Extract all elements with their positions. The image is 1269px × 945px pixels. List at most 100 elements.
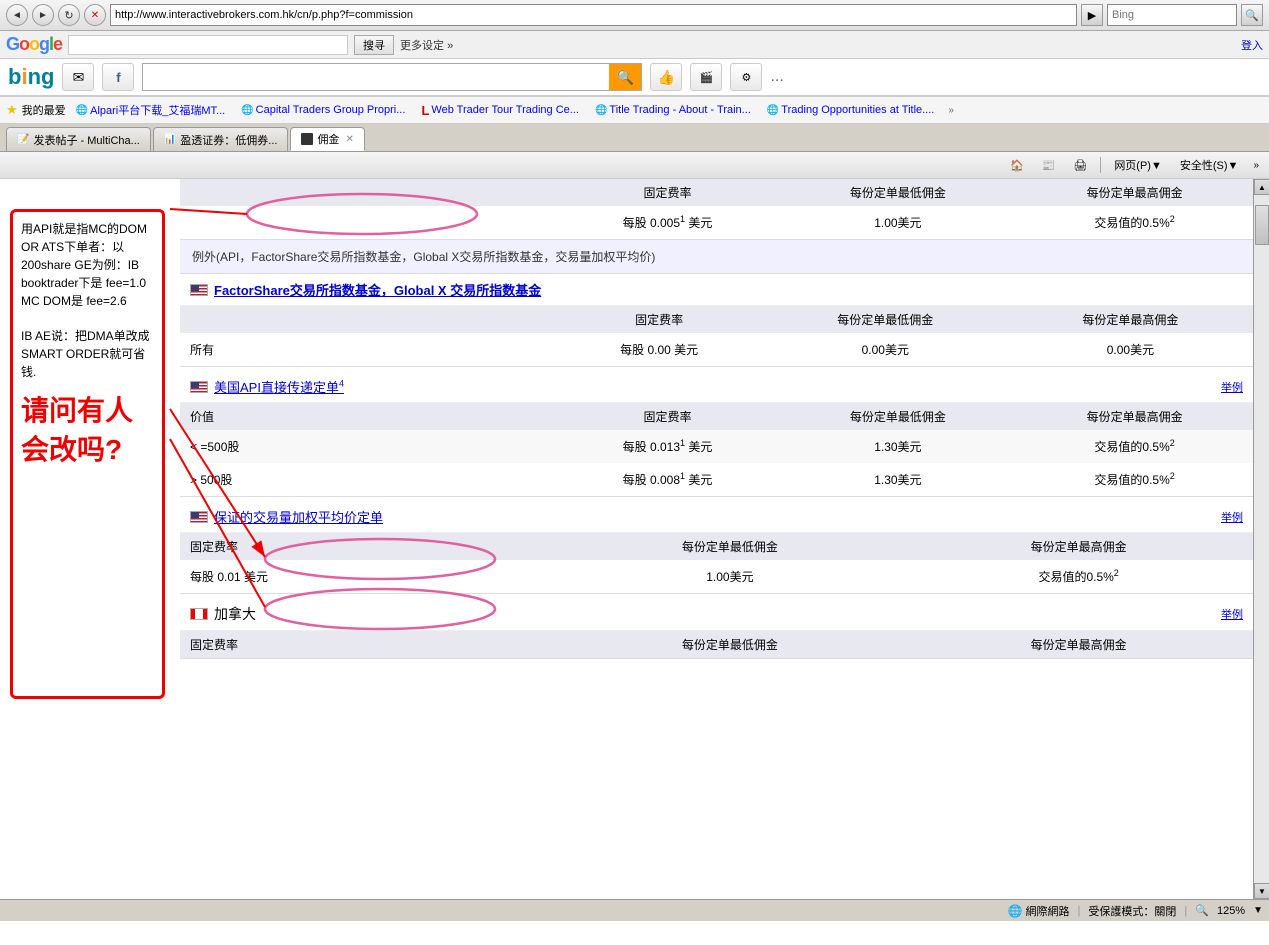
canada-col1: 固定费率: [180, 631, 556, 658]
top-header-row: 固定费率 每份定单最低佣金 每份定单最高佣金: [180, 179, 1253, 206]
bing-mail-button[interactable]: ✉: [62, 63, 94, 91]
fav-item-5[interactable]: 🌐 Trading Opportunities at Title....: [761, 101, 941, 119]
browser-window: ◄ ► ↻ ✕ ▶ 🔍 Google 搜寻 更多设定 » 登入 bing ✉ f…: [0, 0, 1269, 921]
go-button[interactable]: ▶: [1081, 4, 1103, 26]
api-row1-rate: 每股 0.0131 美元: [556, 430, 780, 463]
tab-close-button[interactable]: ✕: [345, 134, 353, 145]
search-go-button[interactable]: 🔍: [1241, 4, 1263, 26]
api-row2-max: 交易值的0.5%2: [1016, 463, 1253, 496]
fav-icon-4: 🌐: [595, 105, 607, 116]
google-more-settings[interactable]: 更多设定 »: [400, 37, 453, 53]
scroll-down-button[interactable]: ▼: [1254, 883, 1269, 899]
tab-ib-commission[interactable]: 📊 盈透证券：低佣券...: [153, 127, 289, 151]
annotation-text-3: 请问有人会改吗?: [21, 391, 154, 469]
refresh-button[interactable]: ↻: [58, 4, 80, 26]
canada-sample-link[interactable]: 举例: [1221, 606, 1243, 622]
bing-thumbsup-button[interactable]: 👍: [650, 63, 682, 91]
api-col1: 价值: [180, 403, 556, 430]
bing-search-input[interactable]: [143, 64, 609, 90]
zoom-dropdown-icon[interactable]: ▼: [1253, 905, 1263, 916]
api-row1-super: 1: [680, 438, 685, 448]
api-title-link[interactable]: 美国API直接传递定单4: [214, 377, 344, 396]
vwap-min-header: 每份定单最低佣金: [556, 533, 905, 560]
favorites-bar: ★ 我的最爱 🌐 Alpari平台下载_艾福瑞MT... 🌐 Capital T…: [0, 97, 1269, 124]
google-login[interactable]: 登入: [1241, 37, 1263, 53]
scroll-track: [1254, 195, 1269, 883]
scroll-thumb[interactable]: [1255, 205, 1269, 245]
fs-label: 所有: [180, 333, 556, 366]
top-data-row: 每股 0.0051 美元 1.00美元 交易值的0.5%2: [180, 206, 1253, 239]
factorshare-section: FactorShare交易所指数基金，Global X 交易所指数基金 固定费率…: [180, 274, 1253, 367]
fav-item-2[interactable]: 🌐 Capital Traders Group Propri...: [235, 101, 411, 119]
home-button[interactable]: 🏠: [1003, 154, 1031, 176]
factorshare-title-link[interactable]: FactorShare交易所指数基金，Global X 交易所指数基金: [214, 280, 541, 299]
bing-search-submit[interactable]: 🔍: [609, 64, 641, 90]
vwap-rate-unit: 美元: [244, 570, 268, 584]
star-icon: ★: [6, 102, 18, 118]
fav-item-4[interactable]: 🌐 Title Trading - About - Train...: [589, 101, 757, 119]
fav-item-3[interactable]: L Web Trader Tour Trading Ce...: [415, 100, 585, 121]
cmd-expand[interactable]: »: [1249, 160, 1263, 171]
fs-min: 0.00美元: [763, 333, 1008, 366]
api-sample-link[interactable]: 举例: [1221, 379, 1243, 395]
bing-media-button[interactable]: 🎬: [690, 63, 722, 91]
vwap-sample-link[interactable]: 举例: [1221, 509, 1243, 525]
tab-multich[interactable]: 📝 发表帖子 - MultiCha...: [6, 127, 151, 151]
vwap-title-link[interactable]: 保证的交易量加权平均价定单: [214, 507, 383, 526]
back-button[interactable]: ◄: [6, 4, 28, 26]
api-row2-super: 1: [680, 471, 685, 481]
bing-more[interactable]: ...: [770, 68, 783, 86]
stop-button[interactable]: ✕: [84, 4, 106, 26]
cmd-sep-1: [1100, 157, 1101, 173]
network-text: 網際網路: [1026, 903, 1070, 919]
canada-min-header: 每份定单最低佣金: [556, 631, 905, 658]
google-logo: Google: [6, 34, 62, 55]
factorshare-header: FactorShare交易所指数基金，Global X 交易所指数基金: [180, 274, 1253, 306]
safety-button[interactable]: 安全性(S)▼: [1173, 154, 1246, 176]
fav-icon-3: L: [421, 103, 429, 118]
page-button[interactable]: 网页(P)▼: [1107, 154, 1169, 176]
top-fixed-rate-header: 固定费率: [556, 179, 780, 206]
print-button[interactable]: 🖨: [1066, 154, 1094, 176]
main-wrapper: 用API就是指MC的DOM OR ATS下单者：以200share GE为例：I…: [0, 179, 1269, 899]
api-title-super: 4: [339, 379, 344, 389]
bing-facebook-button[interactable]: f: [102, 63, 134, 91]
top-min: 1.00美元: [780, 206, 1017, 239]
exception-section: 例外(API，FactorShare交易所指数基金，Global X交易所指数基…: [180, 240, 1253, 274]
top-rate-super: 1: [680, 214, 685, 224]
vwap-header: 保证的交易量加权平均价定单 举例: [180, 501, 1253, 533]
favorites-label: 我的最爱: [22, 102, 66, 118]
factorshare-header-row: 固定费率 每份定单最低佣金 每份定单最高佣金: [180, 306, 1253, 333]
content-area: 用API就是指MC的DOM OR ATS下单者：以200share GE为例：I…: [0, 179, 1253, 899]
tab-multich-icon: 📝: [17, 134, 29, 145]
top-min-header: 每份定单最低佣金: [780, 179, 1017, 206]
tab-commission-active[interactable]: 佣金 ✕: [290, 127, 364, 151]
protected-mode-text: 受保護模式：關閉: [1088, 903, 1176, 919]
bing-apps-button[interactable]: ⚙: [730, 63, 762, 91]
tab-active-icon: [301, 133, 313, 145]
us-flag-2: [190, 381, 208, 393]
fs-col1: [180, 306, 556, 333]
scroll-up-button[interactable]: ▲: [1254, 179, 1269, 195]
tab-ib-icon: 📊: [164, 134, 176, 145]
favorites-expand[interactable]: »: [944, 103, 958, 118]
api-row2-unit: 美元: [688, 473, 712, 487]
forward-button[interactable]: ►: [32, 4, 54, 26]
bing-search-bar[interactable]: [1107, 4, 1237, 26]
vwap-min: 1.00美元: [556, 560, 905, 593]
api-row1-unit: 美元: [688, 440, 712, 454]
bing-search-wrap: 🔍: [142, 63, 642, 91]
google-toolbar: Google 搜寻 更多设定 » 登入: [0, 31, 1269, 59]
google-search-button[interactable]: 搜寻: [354, 35, 394, 55]
fs-rate-header: 固定费率: [556, 306, 763, 333]
fs-rate-unit: 美元: [674, 343, 698, 357]
fav-item-1[interactable]: 🌐 Alpari平台下载_艾福瑞MT...: [70, 99, 232, 121]
feeds-button[interactable]: 📰: [1035, 154, 1063, 176]
api-row2-max-super: 2: [1170, 471, 1175, 481]
top-max-super: 2: [1170, 214, 1175, 224]
google-search-input[interactable]: [68, 35, 348, 55]
api-row2-max-text: 交易值的0.5%: [1094, 473, 1169, 487]
api-title-text: 美国API直接传递定单: [214, 380, 339, 395]
address-bar[interactable]: [110, 4, 1077, 26]
top-col1-header: [180, 179, 556, 206]
